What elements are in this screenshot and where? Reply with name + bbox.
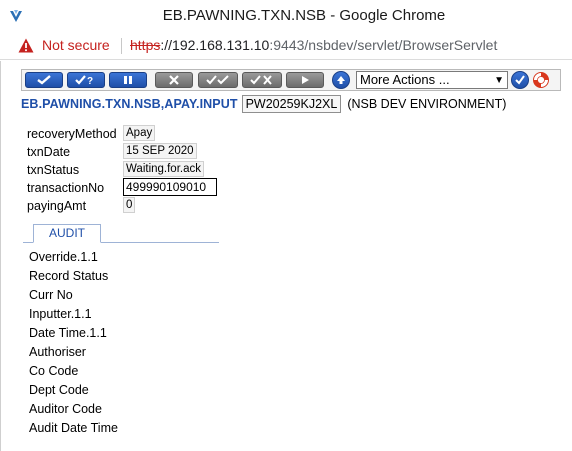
check-icon	[37, 75, 51, 85]
window-title: EB.PAWNING.TXN.NSB - Google Chrome	[162, 7, 446, 24]
go-button[interactable]	[511, 71, 529, 89]
environment-label: (NSB DEV ENVIRONMENT)	[347, 97, 507, 111]
tab-audit[interactable]: AUDIT	[33, 224, 101, 243]
audit-field-label: Date Time.1.1	[29, 326, 107, 340]
field-label: txnDate	[27, 145, 71, 159]
check-icon	[515, 75, 525, 85]
delete-button[interactable]	[155, 72, 193, 88]
svg-text:?: ?	[87, 76, 93, 85]
address-separator	[121, 38, 122, 54]
audit-list: Override.1.1 Record Status Curr No Input…	[29, 248, 118, 438]
not-secure-label[interactable]: Not secure	[42, 37, 110, 53]
more-actions-label: More Actions ...	[360, 72, 450, 87]
authorise-button[interactable]	[198, 72, 238, 88]
field-label: txnStatus	[27, 163, 80, 177]
hold-button[interactable]	[109, 72, 147, 88]
tab-strip: AUDIT	[23, 224, 219, 243]
pause-icon	[124, 76, 132, 84]
audit-field-label: Dept Code	[29, 383, 89, 397]
audit-field-label: Auditor Code	[29, 402, 102, 416]
field-value: Apay	[123, 125, 156, 141]
window-titlebar: EB.PAWNING.TXN.NSB - Google Chrome	[0, 0, 572, 32]
audit-field-label: Record Status	[29, 269, 109, 283]
url-path: :9443/nsbdev/servlet/BrowserServlet	[269, 37, 498, 53]
url-scheme: https	[130, 37, 161, 53]
arrow-up-icon	[337, 76, 345, 84]
address-bar[interactable]: Not secure https://192.168.131.10:9443/n…	[0, 32, 572, 60]
audit-field-label: Curr No	[29, 288, 73, 302]
audit-field-label: Inputter.1.1	[29, 307, 92, 321]
x-icon	[169, 75, 179, 85]
reverse-button[interactable]	[242, 72, 282, 88]
field-label: payingAmt	[27, 199, 87, 213]
audit-field-label: Override.1.1	[29, 250, 98, 264]
validate-button[interactable]: ?	[67, 72, 105, 88]
more-actions-select[interactable]: More Actions ... ▼	[356, 71, 508, 89]
chevron-down-icon: ▼	[494, 75, 504, 86]
record-id: PW20259KJ2XL	[241, 95, 342, 113]
audit-field-label: Co Code	[29, 364, 79, 378]
check-x-icon	[250, 75, 272, 85]
page-content: ? More Actions ... ▼ EB.PAWNING.TXN.NSB,…	[0, 61, 572, 451]
commit-button[interactable]	[25, 72, 63, 88]
check-question-icon: ?	[75, 75, 93, 85]
field-value: 0	[123, 197, 136, 213]
audit-field-label: Audit Date Time	[29, 421, 118, 435]
field-value: 15 SEP 2020	[123, 143, 197, 159]
previous-page-button[interactable]	[332, 71, 350, 89]
play-icon	[302, 76, 309, 84]
application-header: EB.PAWNING.TXN.NSB,APAY.INPUT PW20259KJ2…	[21, 95, 506, 113]
url-host: ://192.168.131.10	[160, 37, 270, 53]
transaction-no-input[interactable]: 499990109010	[123, 178, 217, 196]
next-button[interactable]	[286, 72, 324, 88]
double-check-icon	[206, 75, 229, 85]
warning-icon[interactable]	[18, 38, 34, 53]
url-text[interactable]: https://192.168.131.10:9443/nsbdev/servl…	[130, 37, 497, 53]
transaction-toolbar: ? More Actions ... ▼	[21, 69, 561, 91]
field-label: recoveryMethod	[27, 127, 117, 141]
application-title: EB.PAWNING.TXN.NSB,APAY.INPUT	[21, 97, 238, 111]
field-value: Waiting.for.ack	[123, 161, 204, 177]
field-label: transactionNo	[27, 181, 105, 195]
lifebuoy-icon[interactable]	[532, 71, 550, 89]
audit-field-label: Authoriser	[29, 345, 86, 359]
